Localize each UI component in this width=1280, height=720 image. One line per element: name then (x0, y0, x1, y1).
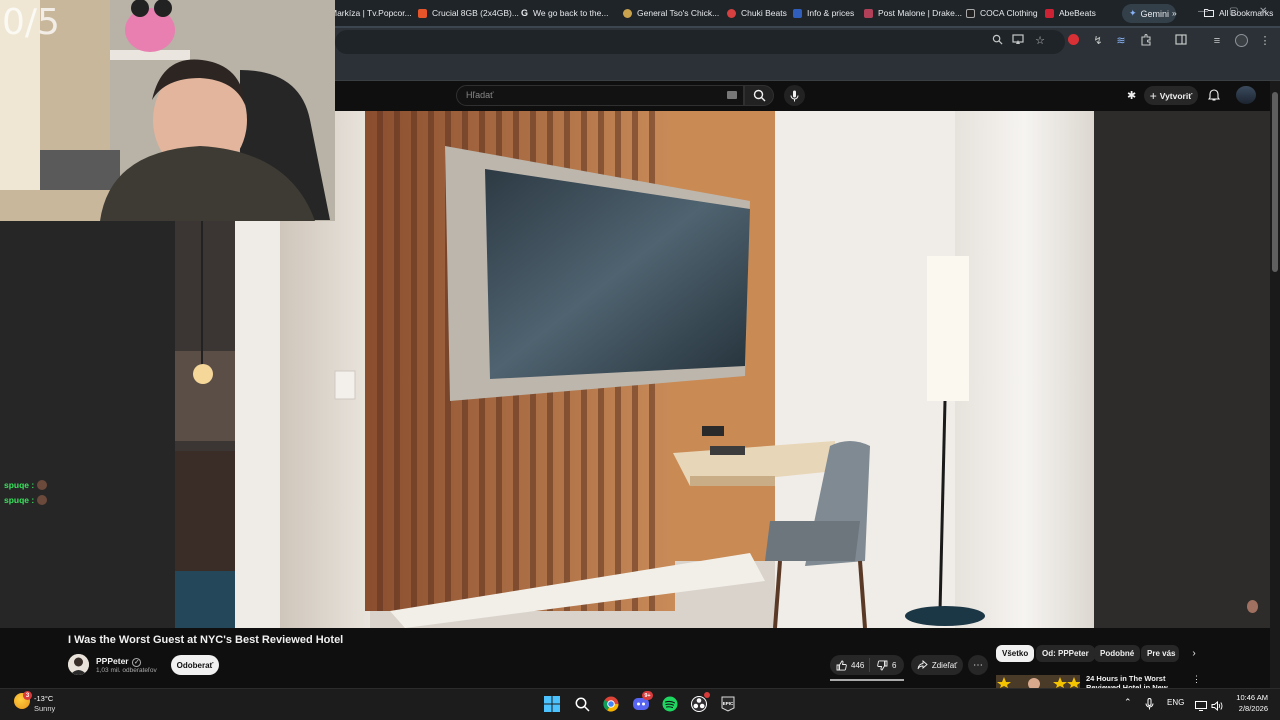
channel-watermark-icon[interactable] (1247, 600, 1258, 613)
emote-icon (37, 495, 48, 505)
dislike-button[interactable]: 6 (870, 659, 896, 671)
obs-recording-dot (704, 692, 710, 698)
subscriber-count: 1,03 mil. odberateľov (96, 667, 157, 674)
chrome-icon[interactable] (601, 694, 621, 714)
thumbs-up-icon (836, 660, 847, 671)
language-indicator[interactable]: ENG (1167, 698, 1184, 707)
create-label: Vytvoriť (1159, 90, 1193, 101)
extension-red-icon[interactable] (1066, 34, 1080, 48)
like-dislike-group: 446 6 (830, 655, 904, 675)
chip-all[interactable]: Všetko (996, 645, 1035, 662)
share-arrow-icon (917, 660, 928, 670)
notifications-bell-icon[interactable] (1207, 88, 1221, 106)
like-ratio-bar (830, 679, 904, 681)
address-bar[interactable] (335, 30, 1065, 54)
discord-badge: 9+ (642, 691, 653, 700)
display-icon[interactable] (1195, 698, 1207, 716)
bookmark-favicon-icon (966, 8, 975, 18)
streamer-webcam: 0/5 (0, 0, 335, 221)
bookmarks-overflow-icon[interactable]: » (1172, 5, 1177, 21)
bookmark-favicon-icon (727, 8, 736, 18)
recommendation-menu-icon[interactable]: ⋮ (1192, 674, 1201, 685)
microphone-icon (790, 90, 799, 101)
tray-overflow-chevron-icon[interactable]: ⌃ (1124, 697, 1132, 708)
profile-avatar-icon[interactable] (1234, 34, 1248, 48)
bookmark-item[interactable]: AbeBeats (1045, 5, 1096, 21)
chat-message: spuqe : (4, 480, 48, 490)
zoom-icon[interactable] (990, 34, 1004, 48)
folder-icon (1204, 8, 1214, 19)
bookmark-favicon-icon (623, 8, 632, 18)
weather-condition: Sunny (34, 704, 56, 713)
video-pillarbox (1094, 111, 1270, 628)
extension-gray-icon[interactable]: ↯ (1091, 34, 1105, 48)
tray-microphone-icon[interactable] (1145, 697, 1154, 715)
voice-search-button[interactable] (784, 85, 805, 106)
browser-menu-icon[interactable]: ⋮ (1258, 34, 1272, 48)
channel-name[interactable]: PPPeter ✓ (96, 656, 142, 667)
windows-start-icon[interactable] (542, 694, 562, 714)
thumbs-down-icon (877, 659, 888, 670)
recommendation-thumbnail[interactable] (996, 675, 1080, 688)
weather-temperature: -13°C (34, 694, 54, 703)
counter-overlay: 0/5 (2, 2, 60, 43)
spotify-icon[interactable] (660, 694, 680, 714)
account-avatar[interactable] (1236, 86, 1256, 104)
bookmark-item[interactable]: Chuki Beats (727, 5, 787, 21)
cast-icon[interactable] (1011, 34, 1025, 48)
all-bookmarks-button[interactable]: All Bookmarks (1204, 5, 1273, 21)
bookmark-item[interactable]: General Tso's Chick... (623, 5, 719, 21)
bookmark-item[interactable]: COCA Clothing (966, 5, 1038, 21)
chevron-right-icon[interactable]: › (1186, 645, 1202, 662)
bookmark-favicon-icon (418, 8, 427, 18)
scrollbar-thumb[interactable] (1272, 92, 1278, 272)
extensions-puzzle-icon[interactable] (1139, 33, 1153, 48)
bookmark-favicon-icon (793, 8, 802, 18)
create-button[interactable]: + Vytvoriť (1144, 86, 1198, 105)
channel-avatar[interactable] (68, 654, 89, 675)
taskbar-search-icon[interactable] (572, 694, 592, 714)
epic-games-icon[interactable]: EPIC (718, 694, 738, 714)
system-clock[interactable]: 10:46 AM 2/8/2026 (1226, 692, 1268, 714)
bookmark-item[interactable]: Crucial 8GB (2x4GB)... (418, 5, 519, 21)
volume-icon[interactable] (1211, 698, 1223, 716)
reading-list-icon[interactable]: ≡ (1210, 34, 1224, 48)
clock-time: 10:46 AM (1236, 693, 1268, 702)
bookmark-item[interactable]: Info & prices (793, 5, 854, 21)
gemini-button[interactable]: ✦ Gemini (1122, 4, 1176, 23)
chip-from-channel[interactable]: Od: PPPeter (1036, 645, 1095, 662)
plus-icon: + (1149, 88, 1157, 103)
stream-chat-panel (0, 221, 175, 628)
bookmark-star-icon[interactable]: ☆ (1033, 34, 1047, 48)
emote-icon (37, 480, 48, 490)
svg-text:EPIC: EPIC (723, 701, 734, 706)
clock-date: 2/8/2026 (1238, 704, 1268, 713)
verified-icon: ✓ (131, 658, 142, 667)
chip-for-you[interactable]: Pre vás (1141, 645, 1179, 662)
recommendation-title[interactable]: 24 Hours in The Worst Reviewed Hotel in … (1086, 674, 1181, 688)
extension-wave-icon[interactable]: ≋ (1114, 34, 1128, 48)
chat-message: spuqe : (4, 495, 48, 505)
weather-notification-badge: 3 (23, 691, 32, 700)
bookmark-favicon-icon (1045, 8, 1054, 18)
bookmark-item[interactable]: G We go back to the... (521, 5, 608, 21)
like-button[interactable]: 446 (830, 658, 870, 672)
video-title: I Was the Worst Guest at NYC's Best Revi… (68, 634, 344, 646)
side-panel-icon[interactable] (1174, 34, 1188, 48)
gemini-icon: ✦ (1128, 8, 1137, 18)
chip-related[interactable]: Podobné (1094, 645, 1141, 662)
gemini-label: Gemini (1140, 8, 1170, 19)
bookmark-item[interactable]: Post Malone | Drake... (864, 5, 962, 21)
share-button[interactable]: Zdieľať (911, 655, 963, 675)
search-button[interactable] (744, 85, 774, 106)
bookmark-item[interactable]: Markíza | Tv.Popcor... (330, 5, 412, 21)
subscribe-button[interactable]: Odoberať (171, 655, 219, 675)
google-g-icon: G (521, 8, 529, 18)
more-actions-button[interactable]: ⋯ (968, 655, 988, 675)
search-icon (753, 89, 765, 102)
cast-settings-icon[interactable]: ✱ (1127, 89, 1136, 102)
search-input[interactable]: Hľadať (456, 85, 744, 106)
keyboard-icon[interactable] (727, 91, 737, 99)
bookmark-favicon-icon (864, 8, 873, 18)
